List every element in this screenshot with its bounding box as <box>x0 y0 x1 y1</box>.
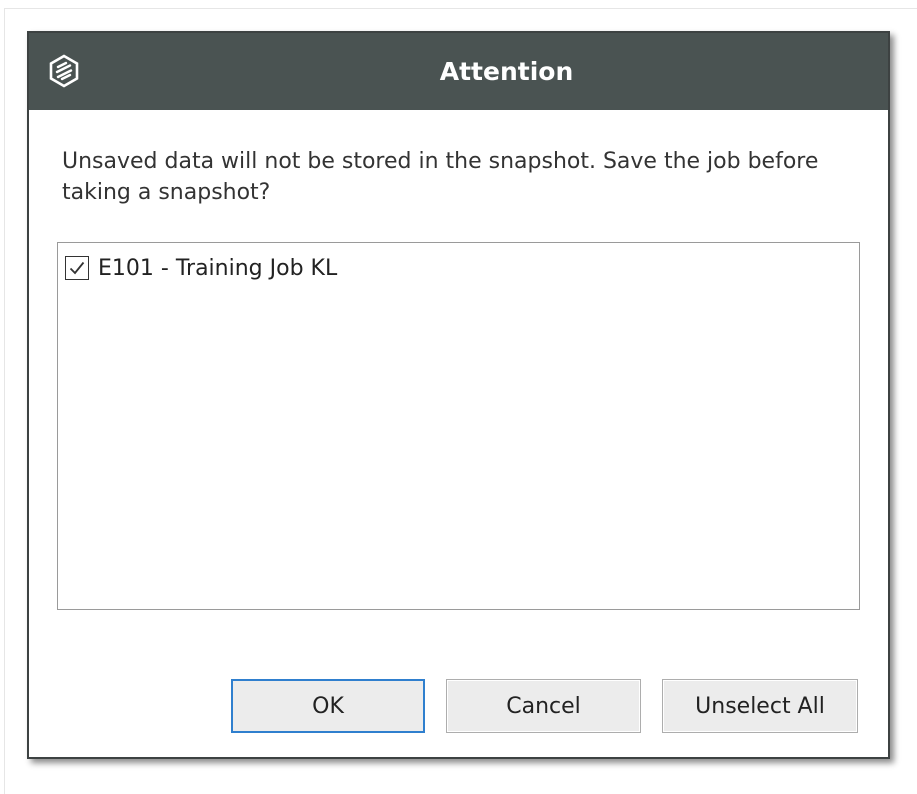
dialog-message: Unsaved data will not be stored in the s… <box>62 149 819 205</box>
checkmark-icon <box>69 261 85 275</box>
job-listbox[interactable]: E101 - Training Job KL <box>57 242 860 610</box>
unselect-all-button[interactable]: Unselect All <box>662 679 858 733</box>
attention-dialog: Attention Unsaved data will not be store… <box>27 31 890 759</box>
job-checkbox[interactable] <box>65 256 89 280</box>
ok-button[interactable]: OK <box>231 679 425 733</box>
dialog-title: Attention <box>439 57 574 86</box>
dialog-titlebar: Attention <box>29 33 888 110</box>
list-item[interactable]: E101 - Training Job KL <box>65 253 337 283</box>
cancel-button[interactable]: Cancel <box>446 679 641 733</box>
job-item-label: E101 - Training Job KL <box>98 255 338 281</box>
